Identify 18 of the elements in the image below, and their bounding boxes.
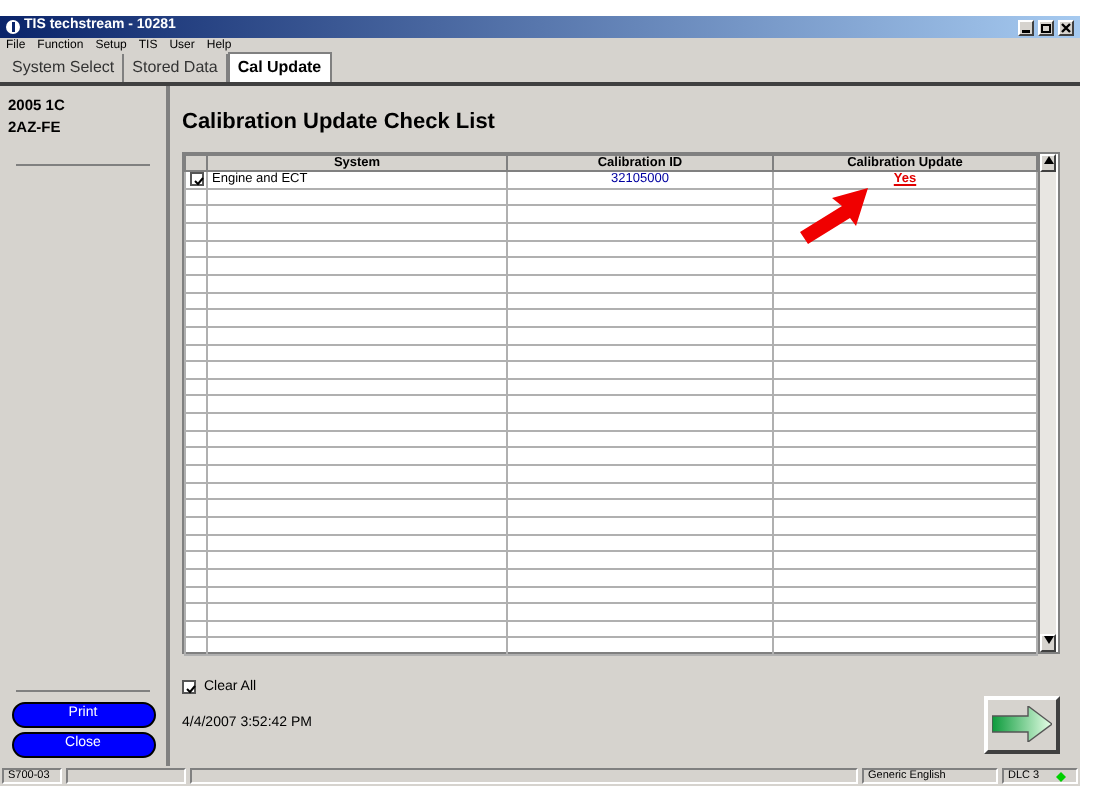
row-checkbox[interactable] bbox=[190, 172, 204, 187]
up-arrow-icon[interactable] bbox=[1043, 156, 1053, 165]
tab[interactable]: Cal Update bbox=[227, 52, 332, 82]
minimize-button[interactable] bbox=[1018, 19, 1034, 35]
close-icon bbox=[1060, 21, 1072, 33]
page-title: Calibration Update Check List bbox=[182, 108, 497, 138]
tab[interactable]: System Select bbox=[4, 54, 125, 82]
clear-all-checkbox[interactable] bbox=[182, 680, 196, 695]
next-button[interactable] bbox=[984, 695, 1060, 753]
restore-button[interactable] bbox=[1038, 19, 1054, 35]
down-arrow-icon[interactable] bbox=[1043, 636, 1053, 645]
app-icon bbox=[6, 20, 20, 34]
status-indicator-icon bbox=[1055, 771, 1066, 781]
close-button[interactable] bbox=[1058, 19, 1074, 35]
right-arrow-icon bbox=[992, 706, 1052, 742]
restore-icon bbox=[1040, 21, 1052, 33]
scrollbar[interactable] bbox=[1038, 153, 1056, 651]
pointer-arrow-icon bbox=[800, 187, 868, 243]
